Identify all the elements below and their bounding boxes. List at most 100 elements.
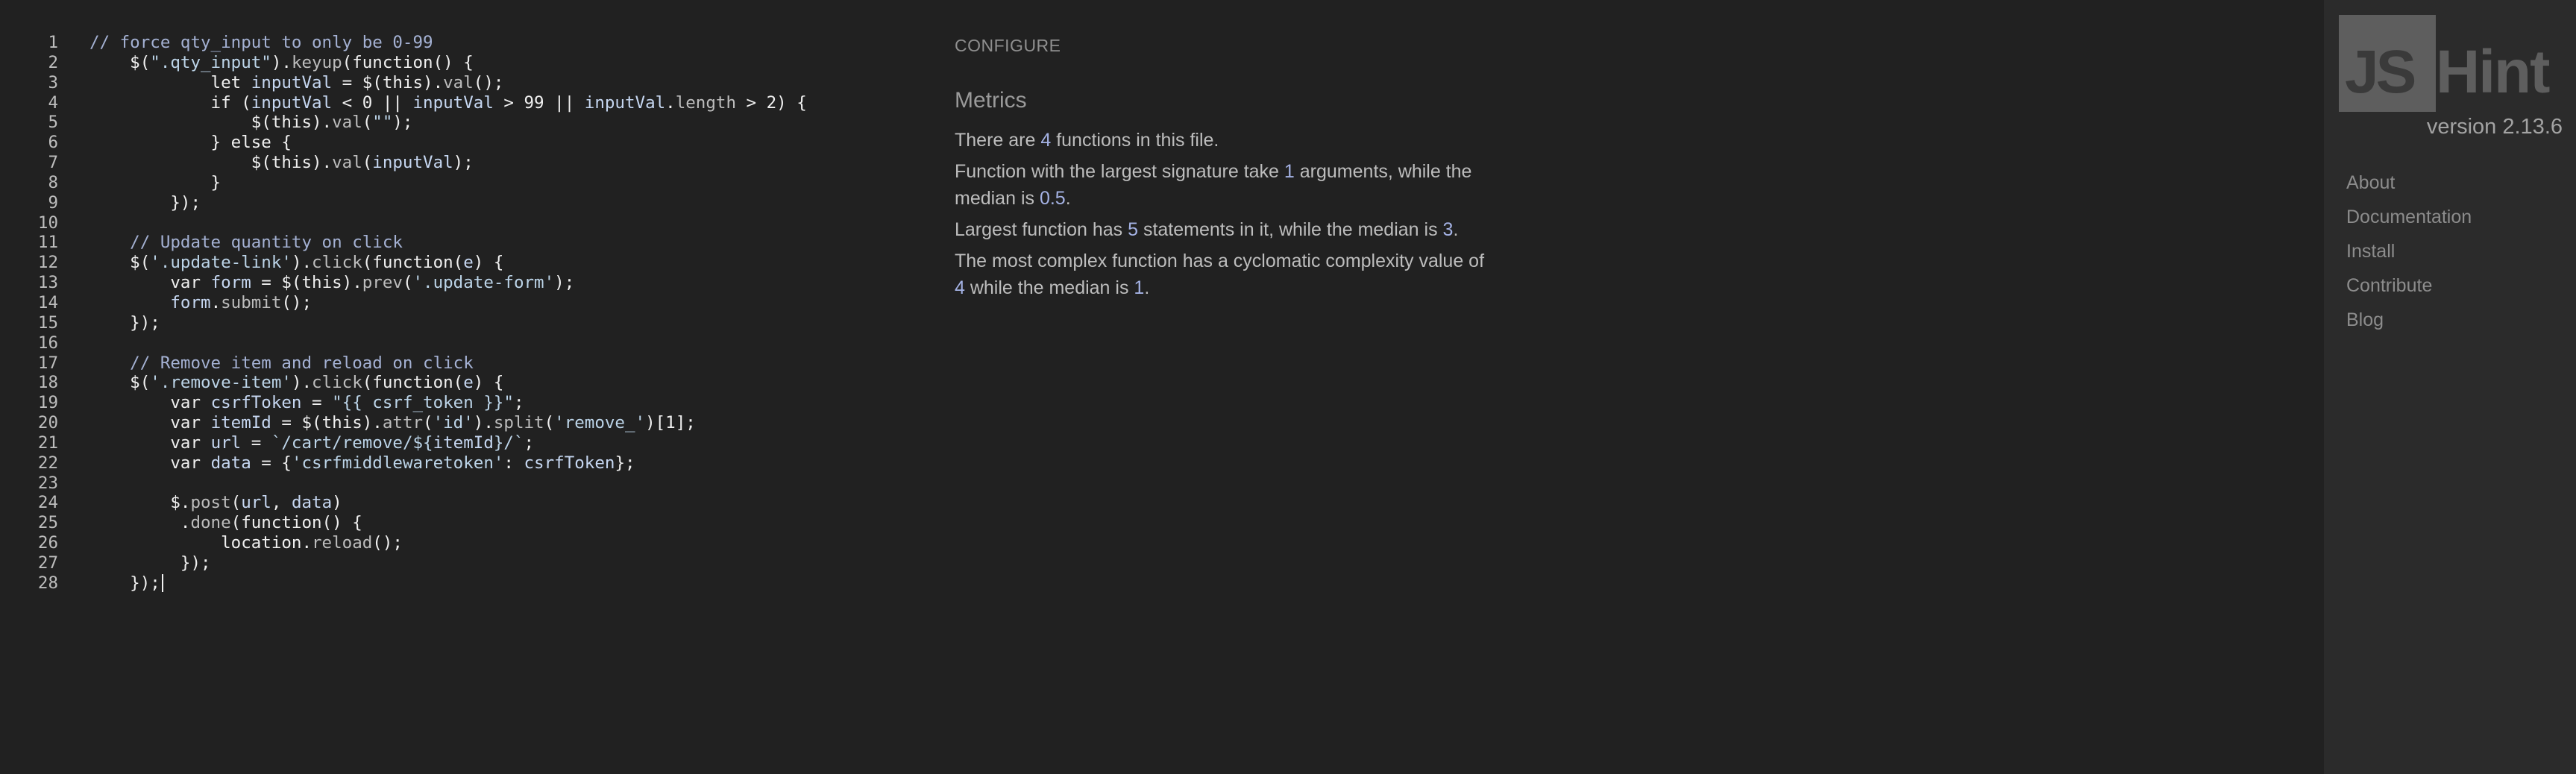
code-token: = $(this). bbox=[332, 72, 444, 92]
code-token: csrfToken bbox=[524, 453, 615, 473]
line-number: 12 bbox=[37, 253, 58, 273]
line-number: 19 bbox=[37, 393, 58, 413]
code-token: $( bbox=[89, 373, 151, 393]
nav-install[interactable]: Install bbox=[2346, 234, 2472, 268]
code-line[interactable]: 8 } bbox=[0, 173, 910, 193]
code-line[interactable]: 24 $.post(url, data) bbox=[0, 493, 910, 513]
code-line[interactable]: 17 // Remove item and reload on click bbox=[0, 353, 910, 374]
code-token: ( bbox=[362, 113, 373, 133]
line-number: 21 bbox=[37, 432, 58, 453]
code-token: reload bbox=[312, 533, 373, 553]
code-token: url bbox=[241, 493, 271, 513]
code-line[interactable]: 10 bbox=[0, 213, 910, 233]
code-token: val bbox=[443, 72, 474, 92]
code-text: // Update quantity on click bbox=[89, 233, 403, 253]
code-line[interactable]: 16 bbox=[0, 333, 910, 353]
code-token: keyup bbox=[291, 52, 342, 72]
line-number: 7 bbox=[48, 153, 58, 173]
code-token: click bbox=[312, 373, 362, 393]
code-line[interactable]: 9 }); bbox=[0, 193, 910, 213]
code-line[interactable]: 7 $(this).val(inputVal); bbox=[0, 153, 910, 173]
code-token: 'remove_' bbox=[554, 413, 646, 433]
code-token: ( bbox=[230, 493, 242, 513]
configure-link[interactable]: CONFIGURE bbox=[955, 36, 1061, 56]
code-line[interactable]: 5 $(this).val(""); bbox=[0, 113, 910, 133]
code-line[interactable]: 4 if (inputVal < 0 || inputVal > 99 || i… bbox=[0, 93, 910, 113]
line-number: 6 bbox=[48, 133, 58, 153]
code-text: var url = `/cart/remove/${itemId}/`; bbox=[89, 433, 534, 453]
code-text: if (inputVal < 0 || inputVal > 99 || inp… bbox=[89, 93, 807, 113]
code-line[interactable]: 20 var itemId = $(this).attr('id').split… bbox=[0, 413, 910, 433]
code-line[interactable]: 1 // force qty_input to only be 0-99 bbox=[0, 33, 910, 53]
code-line[interactable]: 18 $('.remove-item').click(function(e) { bbox=[0, 373, 910, 393]
code-line[interactable]: 27 }); bbox=[0, 553, 910, 573]
code-token: ; bbox=[524, 432, 535, 453]
code-token: click bbox=[312, 253, 362, 273]
nav-blog[interactable]: Blog bbox=[2346, 303, 2472, 337]
code-token: ; bbox=[513, 393, 524, 413]
line-number: 27 bbox=[37, 553, 58, 573]
code-line[interactable]: 2 $(".qty_input").keyup(function() { bbox=[0, 53, 910, 73]
code-token: // Remove item and reload on click bbox=[89, 353, 474, 373]
code-line[interactable]: 12 $('.update-link').click(function(e) { bbox=[0, 253, 910, 273]
code-token: data bbox=[291, 493, 333, 513]
code-line[interactable]: 15 }); bbox=[0, 313, 910, 333]
nav-documentation[interactable]: Documentation bbox=[2346, 200, 2472, 234]
code-token: (function( bbox=[362, 253, 464, 273]
code-token: var bbox=[89, 413, 211, 433]
line-number: 13 bbox=[37, 273, 58, 293]
code-line[interactable]: 25 .done(function() { bbox=[0, 513, 910, 533]
code-editor[interactable]: 1// force qty_input to only be 0-99 2 $("… bbox=[0, 33, 910, 764]
code-line[interactable]: 11 // Update quantity on click bbox=[0, 233, 910, 253]
code-token: itemId bbox=[210, 413, 271, 433]
code-text: } bbox=[89, 173, 222, 193]
code-token: done bbox=[190, 513, 231, 533]
code-token: inputVal bbox=[372, 153, 453, 173]
metrics-functions-count: There are 4 functions in this file. bbox=[955, 130, 1219, 151]
code-line[interactable]: 14 form.submit(); bbox=[0, 293, 910, 313]
line-number: 16 bbox=[37, 333, 58, 353]
code-token: ). bbox=[473, 413, 494, 433]
logo-hint-text: Hint bbox=[2436, 38, 2550, 106]
code-line[interactable]: 13 var form = $(this).prev('.update-form… bbox=[0, 273, 910, 293]
code-token: }); bbox=[89, 312, 160, 333]
code-token: `/cart/remove/${ bbox=[271, 432, 433, 453]
code-line[interactable]: 6 } else { bbox=[0, 133, 910, 153]
nav-about[interactable]: About bbox=[2346, 166, 2472, 200]
code-line[interactable]: 22 var data = {'csrfmiddlewaretoken': cs… bbox=[0, 453, 910, 473]
code-text: var itemId = $(this).attr('id').split('r… bbox=[89, 413, 695, 433]
code-token: = { bbox=[251, 453, 292, 473]
code-token: '.remove-item' bbox=[150, 373, 292, 393]
code-token: post bbox=[190, 493, 231, 513]
code-line[interactable]: 19 var csrfToken = "{{ csrf_token }}"; bbox=[0, 393, 910, 413]
nav-contribute[interactable]: Contribute bbox=[2346, 268, 2472, 303]
code-token: }); bbox=[89, 553, 211, 573]
code-text: } else { bbox=[89, 133, 292, 153]
code-token: } else { bbox=[89, 133, 292, 153]
code-token: e bbox=[463, 373, 474, 393]
code-line[interactable]: 21 var url = `/cart/remove/${itemId}/`; bbox=[0, 433, 910, 453]
code-token: form bbox=[210, 273, 251, 293]
metrics-body: There are 4 functions in this file. Func… bbox=[955, 127, 1499, 306]
code-token: ( bbox=[362, 153, 373, 173]
line-number: 15 bbox=[37, 312, 58, 333]
code-line[interactable]: 23 bbox=[0, 473, 910, 494]
line-number: 11 bbox=[37, 233, 58, 253]
code-token: val bbox=[332, 153, 362, 173]
line-number: 28 bbox=[37, 573, 58, 593]
code-token: = bbox=[301, 393, 333, 413]
code-line[interactable]: 26 location.reload(); bbox=[0, 533, 910, 553]
code-token: (); bbox=[372, 533, 403, 553]
sidebar-nav: About Documentation Install Contribute B… bbox=[2346, 166, 2472, 337]
code-token: : bbox=[503, 453, 524, 473]
code-token: $(this). bbox=[89, 113, 333, 133]
code-token: }); bbox=[89, 192, 201, 213]
code-token: ). bbox=[291, 253, 312, 273]
code-line[interactable]: 28 }); bbox=[0, 573, 910, 594]
code-line[interactable]: 3 let inputVal = $(this).val(); bbox=[0, 73, 910, 93]
code-token: "" bbox=[372, 113, 393, 133]
code-text: var data = {'csrfmiddlewaretoken': csrfT… bbox=[89, 453, 635, 473]
code-token: ( bbox=[544, 413, 555, 433]
code-token: > 2) { bbox=[736, 92, 807, 113]
code-text: var form = $(this).prev('.update-form'); bbox=[89, 273, 574, 293]
